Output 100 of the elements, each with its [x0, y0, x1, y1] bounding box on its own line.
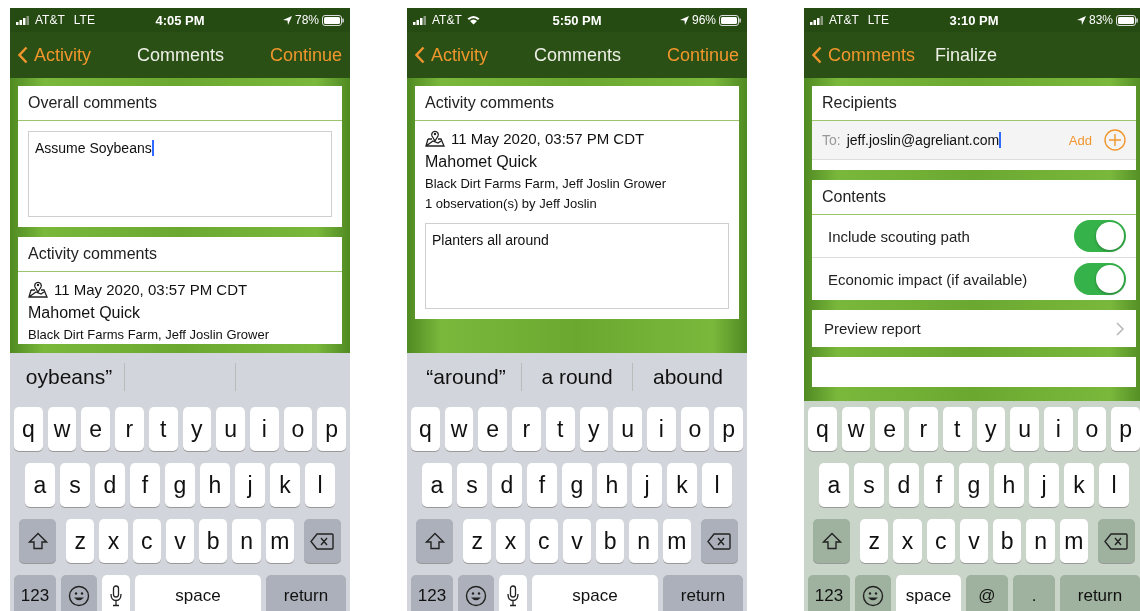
emoji-key[interactable]	[61, 575, 97, 611]
letter-key[interactable]: p	[714, 407, 743, 451]
letter-key[interactable]: b	[596, 519, 625, 563]
keyboard-key[interactable]: 123	[411, 575, 453, 611]
letter-key[interactable]: s	[457, 463, 487, 507]
keyboard-key[interactable]: return	[663, 575, 743, 611]
letter-key[interactable]: k	[1064, 463, 1094, 507]
back-button[interactable]: Comments	[812, 44, 916, 66]
delete-key[interactable]	[303, 519, 341, 563]
letter-key[interactable]: d	[95, 463, 125, 507]
keyboard-key[interactable]: 123	[808, 575, 850, 611]
letter-key[interactable]: c	[926, 519, 955, 563]
letter-key[interactable]: h	[200, 463, 230, 507]
letter-key[interactable]: f	[924, 463, 954, 507]
letter-key[interactable]: r	[909, 407, 938, 451]
letter-key[interactable]: t	[545, 407, 575, 451]
letter-key[interactable]: d	[889, 463, 919, 507]
back-button[interactable]: Activity	[415, 44, 488, 66]
letter-key[interactable]: r	[115, 407, 144, 451]
letter-key[interactable]: z	[463, 519, 492, 563]
letter-key[interactable]: r	[512, 407, 541, 451]
letter-key[interactable]: q	[808, 407, 837, 451]
toggle-switch[interactable]	[1074, 263, 1126, 295]
shift-key[interactable]	[416, 519, 454, 563]
preview-report-row[interactable]: Preview report	[812, 310, 1136, 347]
toggle-switch[interactable]	[1074, 220, 1126, 252]
letter-key[interactable]: s	[60, 463, 90, 507]
letter-key[interactable]: i	[249, 407, 279, 451]
word-suggestion[interactable]: abound	[652, 365, 724, 389]
letter-key[interactable]: x	[99, 519, 128, 563]
letter-key[interactable]: y	[976, 407, 1006, 451]
keyboard-key[interactable]: @	[966, 575, 1008, 611]
word-suggestion[interactable]: “around”	[426, 365, 506, 389]
word-suggestion[interactable]: oybeans”	[25, 365, 113, 389]
letter-key[interactable]: w	[47, 407, 77, 451]
letter-key[interactable]: a	[819, 463, 849, 507]
letter-key[interactable]: m	[265, 519, 294, 563]
letter-key[interactable]: u	[613, 407, 642, 451]
shift-key[interactable]	[19, 519, 57, 563]
letter-key[interactable]: s	[854, 463, 884, 507]
back-button[interactable]: Activity	[18, 44, 91, 66]
delete-key[interactable]	[700, 519, 738, 563]
letter-key[interactable]: t	[942, 407, 972, 451]
letter-key[interactable]: o	[1077, 407, 1107, 451]
letter-key[interactable]: q	[14, 407, 43, 451]
letter-key[interactable]: u	[1010, 407, 1039, 451]
comment-field[interactable]: Planters all around	[425, 223, 729, 309]
letter-key[interactable]: v	[165, 519, 195, 563]
letter-key[interactable]: a	[422, 463, 452, 507]
word-suggestion[interactable]: a round	[541, 365, 613, 389]
letter-key[interactable]: e	[478, 407, 508, 451]
letter-key[interactable]: w	[841, 407, 871, 451]
delete-key[interactable]	[1097, 519, 1135, 563]
letter-key[interactable]: h	[597, 463, 627, 507]
space-key[interactable]: space	[532, 575, 658, 611]
letter-key[interactable]: b	[993, 519, 1022, 563]
letter-key[interactable]: t	[148, 407, 178, 451]
continue-button[interactable]: Continue	[269, 44, 342, 66]
letter-key[interactable]: j	[1029, 463, 1059, 507]
letter-key[interactable]: d	[492, 463, 522, 507]
letter-key[interactable]: x	[496, 519, 525, 563]
letter-key[interactable]: m	[1059, 519, 1088, 563]
emoji-key[interactable]	[458, 575, 494, 611]
microphone-key[interactable]	[102, 575, 130, 611]
letter-key[interactable]: o	[680, 407, 710, 451]
letter-key[interactable]: p	[1111, 407, 1140, 451]
letter-key[interactable]: e	[875, 407, 905, 451]
recipient-field[interactable]: jeff.joslin@agreliant.com	[846, 132, 1057, 148]
letter-key[interactable]: m	[662, 519, 691, 563]
letter-key[interactable]: y	[182, 407, 212, 451]
letter-key[interactable]: g	[959, 463, 989, 507]
letter-key[interactable]: g	[562, 463, 592, 507]
keyboard-key[interactable]: return	[266, 575, 346, 611]
letter-key[interactable]: q	[411, 407, 440, 451]
letter-key[interactable]: w	[444, 407, 474, 451]
letter-key[interactable]: z	[66, 519, 95, 563]
letter-key[interactable]: p	[317, 407, 346, 451]
letter-key[interactable]: l	[702, 463, 732, 507]
letter-key[interactable]: a	[25, 463, 55, 507]
emoji-key[interactable]	[855, 575, 891, 611]
letter-key[interactable]: k	[667, 463, 697, 507]
letter-key[interactable]: n	[1026, 519, 1055, 563]
letter-key[interactable]: j	[632, 463, 662, 507]
letter-key[interactable]: x	[893, 519, 922, 563]
letter-key[interactable]: g	[165, 463, 195, 507]
shift-key[interactable]	[813, 519, 851, 563]
letter-key[interactable]: y	[579, 407, 609, 451]
keyboard-key[interactable]: return	[1060, 575, 1140, 611]
letter-key[interactable]: j	[235, 463, 265, 507]
letter-key[interactable]: k	[270, 463, 300, 507]
space-key[interactable]: space	[896, 575, 961, 611]
letter-key[interactable]: n	[629, 519, 658, 563]
letter-key[interactable]: l	[305, 463, 335, 507]
letter-key[interactable]: b	[199, 519, 228, 563]
microphone-key[interactable]	[499, 575, 527, 611]
letter-key[interactable]: i	[646, 407, 676, 451]
keyboard-key[interactable]: 123	[14, 575, 56, 611]
comment-field[interactable]: Assume Soybeans	[28, 131, 332, 217]
letter-key[interactable]: v	[562, 519, 592, 563]
letter-key[interactable]: c	[529, 519, 558, 563]
